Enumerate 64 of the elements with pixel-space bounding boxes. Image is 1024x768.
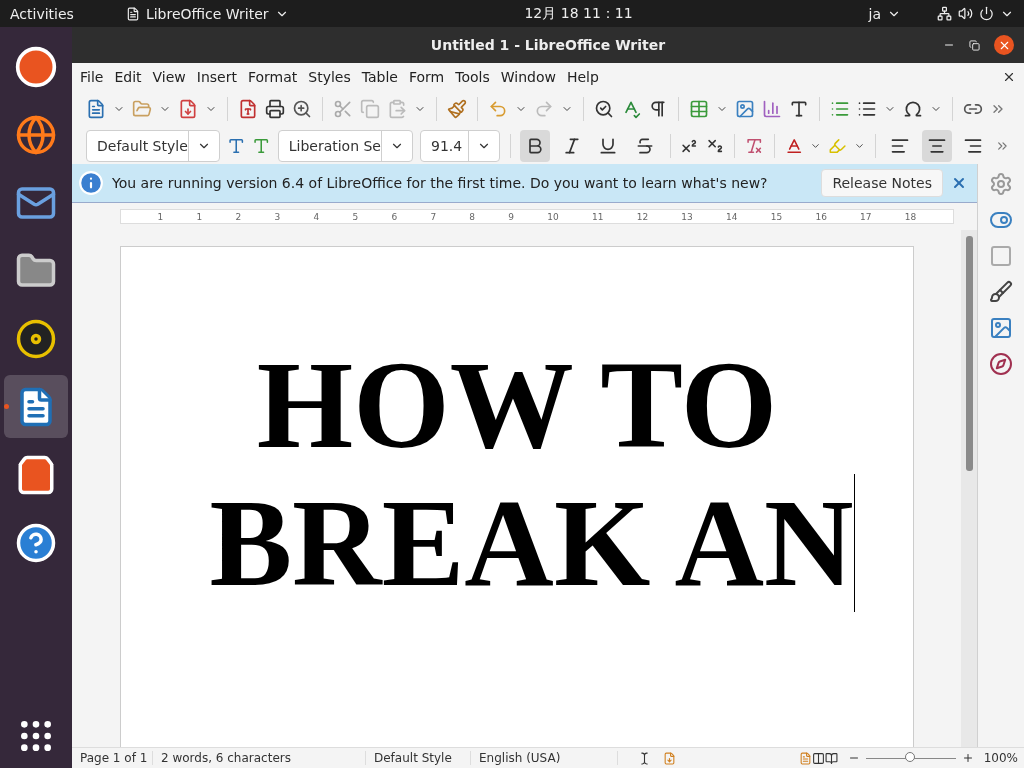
document-text: BREAK AN (209, 474, 854, 612)
align-center-button[interactable] (922, 129, 952, 162)
menu-item[interactable]: Format (247, 68, 306, 85)
language: English (USA) (471, 751, 618, 765)
scrollbar[interactable] (961, 230, 977, 747)
bold-button[interactable] (520, 129, 550, 162)
close-icon[interactable] (951, 175, 967, 191)
print-icon[interactable] (265, 98, 285, 119)
document-page[interactable]: HOW TO BREAK AN (120, 246, 914, 747)
word-count: 2 words, 6 characters (153, 751, 366, 765)
document-icon (125, 6, 140, 21)
info-icon (78, 170, 104, 196)
navigator-icon[interactable] (989, 352, 1013, 376)
globe-icon (15, 113, 57, 156)
save-status-icon (663, 751, 676, 765)
clock[interactable]: 12月 18 11：11 (524, 4, 633, 23)
release-notes-button[interactable]: Release Notes (821, 169, 943, 197)
app-menu[interactable]: LibreOffice Writer (145, 5, 269, 22)
menu-item[interactable]: Table (361, 68, 406, 85)
menu-item[interactable]: Insert (196, 68, 245, 85)
image-icon[interactable] (735, 98, 755, 119)
insert-mode-icon[interactable] (638, 751, 651, 765)
menu-item[interactable]: Edit (114, 68, 150, 85)
new-document-icon[interactable] (86, 98, 106, 119)
page-count: Page 1 of 1 (72, 751, 153, 765)
power-icon[interactable] (979, 6, 994, 21)
close-button[interactable] (994, 35, 1014, 55)
menu-item[interactable]: Tools (455, 68, 498, 85)
volume-icon[interactable] (958, 6, 973, 21)
infobar-message: You are running version 6.4 of LibreOffice for the first time. Do you want to learn what's new? (112, 175, 769, 191)
book-view-icon[interactable] (824, 751, 838, 765)
menu-item[interactable]: File (80, 68, 112, 85)
table-icon[interactable] (689, 98, 709, 119)
document-text: HOW TO (256, 337, 778, 474)
dock-item[interactable] (4, 375, 68, 438)
gallery-icon[interactable] (989, 316, 1013, 340)
pdf-icon[interactable] (238, 98, 258, 119)
menu-item[interactable]: Styles (308, 68, 359, 85)
paragraph-style-field[interactable]: Default Style (86, 129, 220, 162)
page-style: Default Style (366, 751, 471, 765)
menu-item[interactable]: Form (408, 68, 453, 85)
restore-icon[interactable] (969, 39, 980, 51)
menu-item[interactable]: Help (566, 68, 607, 85)
multi-page-view-icon[interactable] (811, 751, 825, 765)
menu-item[interactable]: Window (500, 68, 564, 85)
zoom-percentage[interactable]: 100% (973, 751, 1024, 765)
ruler[interactable]: 1 1 2 3 4 5 6 7 8 9 10 11 12 13 14 15 16 17 18 (120, 209, 954, 224)
font-size-field[interactable]: 91.4 (420, 129, 500, 162)
chart-icon[interactable] (762, 98, 782, 119)
network-icon[interactable] (937, 6, 952, 21)
window-title: Untitled 1 - LibreOffice Writer (430, 37, 666, 53)
styles-icon[interactable] (989, 280, 1013, 304)
find-replace-icon[interactable] (594, 98, 614, 119)
activities-button[interactable]: Activities (10, 5, 74, 22)
menu-item[interactable]: View (152, 68, 194, 85)
font-name-field[interactable]: Liberation Se (277, 129, 413, 162)
paintbrush-icon[interactable] (447, 98, 467, 119)
zoom-in-icon[interactable] (961, 752, 974, 764)
disc-icon (15, 317, 57, 360)
download-icon[interactable] (178, 98, 198, 119)
help-icon (15, 521, 57, 564)
print-preview-icon[interactable] (292, 98, 312, 119)
input-method-indicator[interactable]: ja (868, 5, 881, 22)
settings-icon[interactable] (989, 172, 1013, 196)
